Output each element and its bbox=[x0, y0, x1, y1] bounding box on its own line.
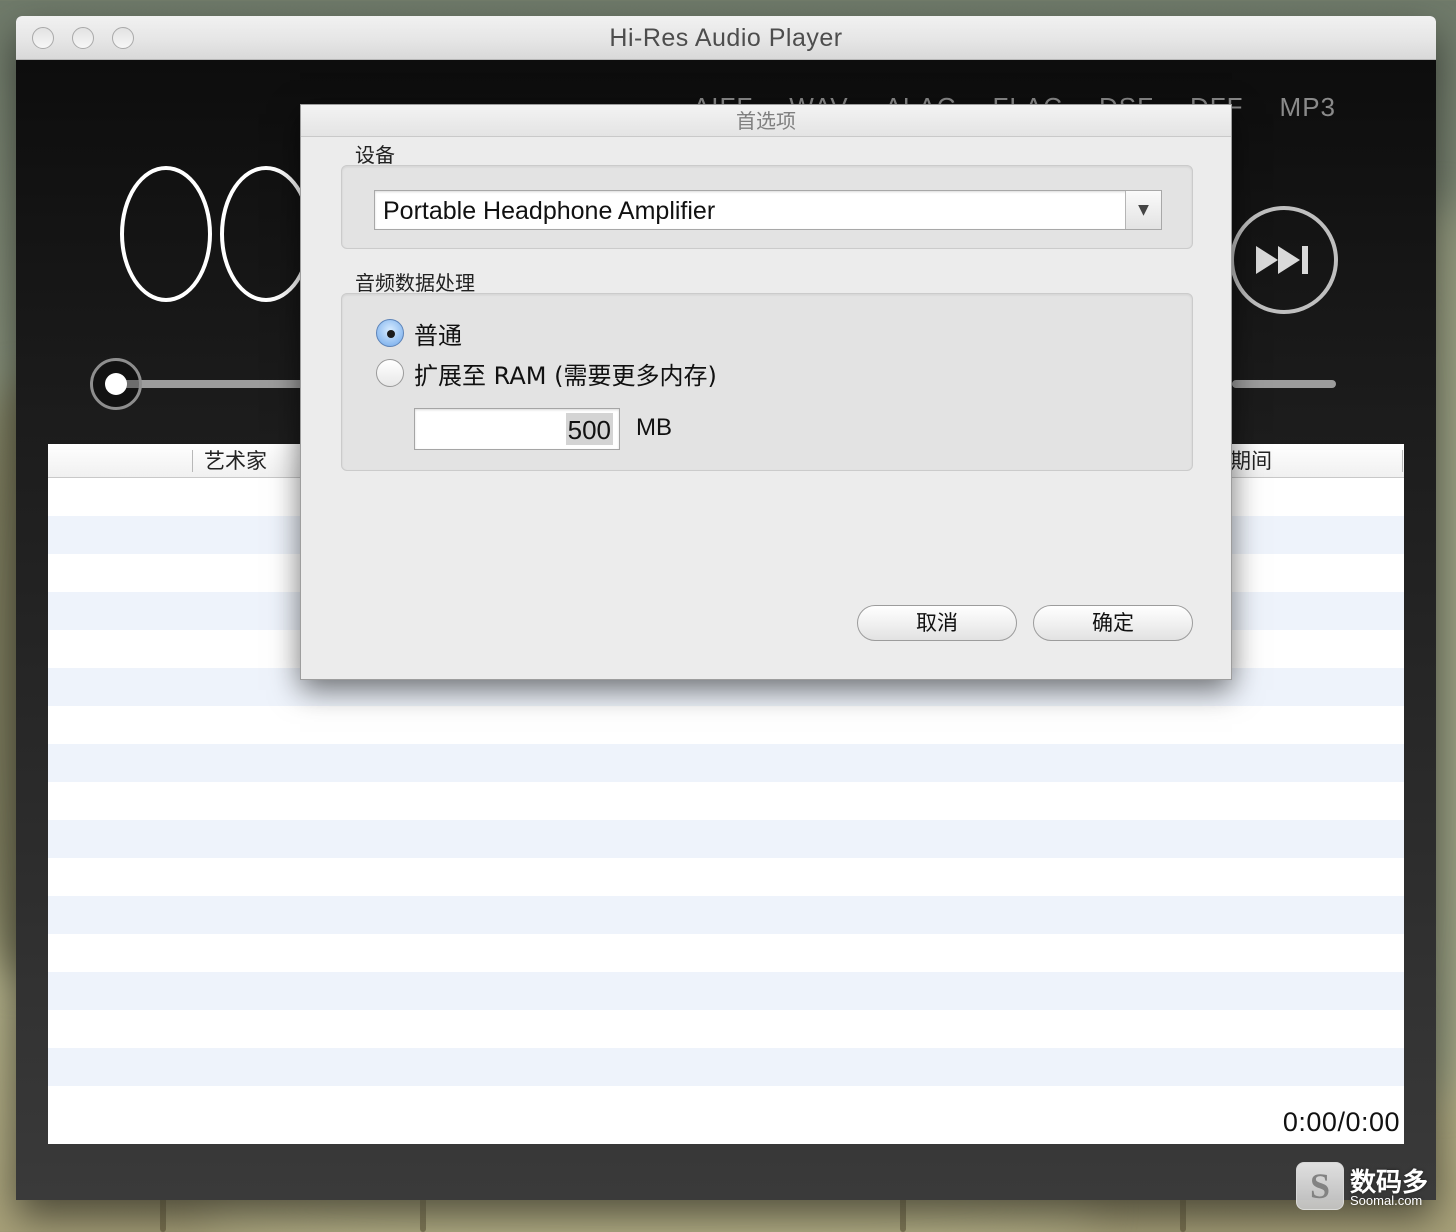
table-row[interactable] bbox=[48, 896, 1404, 934]
device-select[interactable]: Portable Headphone Amplifier ▼ bbox=[374, 190, 1162, 230]
table-row[interactable] bbox=[48, 744, 1404, 782]
table-row[interactable] bbox=[48, 782, 1404, 820]
column-separator bbox=[1402, 450, 1403, 472]
radio-ram[interactable] bbox=[376, 359, 404, 387]
table-row[interactable] bbox=[48, 858, 1404, 896]
preferences-dialog: 首选项 设备 Portable Headphone Amplifier ▼ 音频… bbox=[300, 104, 1232, 680]
ram-size-unit: MB bbox=[636, 414, 672, 441]
table-row[interactable] bbox=[48, 1010, 1404, 1048]
option-ram-label: 扩展至 RAM (需要更多内存) bbox=[414, 361, 717, 390]
ram-size-value: 500 bbox=[565, 413, 613, 445]
option-ram[interactable]: 扩展至 RAM (需要更多内存) bbox=[376, 356, 717, 390]
audio-processing-group: 普通 扩展至 RAM (需要更多内存) 500 MB bbox=[341, 293, 1193, 471]
window-title: Hi-Res Audio Player bbox=[609, 24, 843, 52]
column-header-artist[interactable]: 艺术家 bbox=[204, 448, 267, 474]
audio-group-label: 音频数据处理 bbox=[355, 271, 475, 295]
table-row[interactable] bbox=[48, 934, 1404, 972]
table-row[interactable] bbox=[48, 820, 1404, 858]
device-group-label: 设备 bbox=[355, 143, 395, 167]
radio-normal[interactable] bbox=[376, 319, 404, 347]
device-select-value: Portable Headphone Amplifier bbox=[383, 197, 716, 225]
seek-bar-end[interactable] bbox=[1232, 380, 1336, 388]
table-row[interactable] bbox=[48, 1048, 1404, 1086]
time-digit-zero bbox=[120, 166, 212, 302]
watermark: S 数码多 Soomal.com bbox=[1296, 1162, 1442, 1210]
column-separator bbox=[192, 450, 193, 472]
dialog-title: 首选项 bbox=[301, 105, 1231, 137]
cancel-button[interactable]: 取消 bbox=[857, 605, 1017, 641]
chevron-down-icon[interactable]: ▼ bbox=[1125, 191, 1161, 229]
table-row[interactable] bbox=[48, 972, 1404, 1010]
device-group: Portable Headphone Amplifier ▼ bbox=[341, 165, 1193, 249]
ok-button[interactable]: 确定 bbox=[1033, 605, 1193, 641]
watermark-site: Soomal.com bbox=[1350, 1193, 1423, 1208]
format-label: MP3 bbox=[1279, 92, 1336, 122]
seek-bar[interactable] bbox=[116, 380, 306, 388]
title-bar[interactable]: Hi-Res Audio Player bbox=[16, 16, 1436, 60]
ram-size-field[interactable]: 500 bbox=[414, 408, 620, 450]
option-normal[interactable]: 普通 bbox=[376, 316, 462, 350]
elapsed-time: 0:00/0:00 bbox=[1282, 1107, 1400, 1137]
column-header-duration[interactable]: 期间 bbox=[1230, 448, 1272, 474]
seek-handle[interactable] bbox=[90, 358, 142, 410]
time-digit-zero bbox=[220, 166, 312, 302]
next-track-button[interactable] bbox=[1230, 206, 1338, 314]
soomal-logo: S bbox=[1296, 1162, 1344, 1210]
option-normal-label: 普通 bbox=[414, 321, 462, 350]
table-row[interactable] bbox=[48, 706, 1404, 744]
skip-next-icon bbox=[1256, 246, 1308, 274]
seek-handle-dot bbox=[105, 373, 127, 395]
